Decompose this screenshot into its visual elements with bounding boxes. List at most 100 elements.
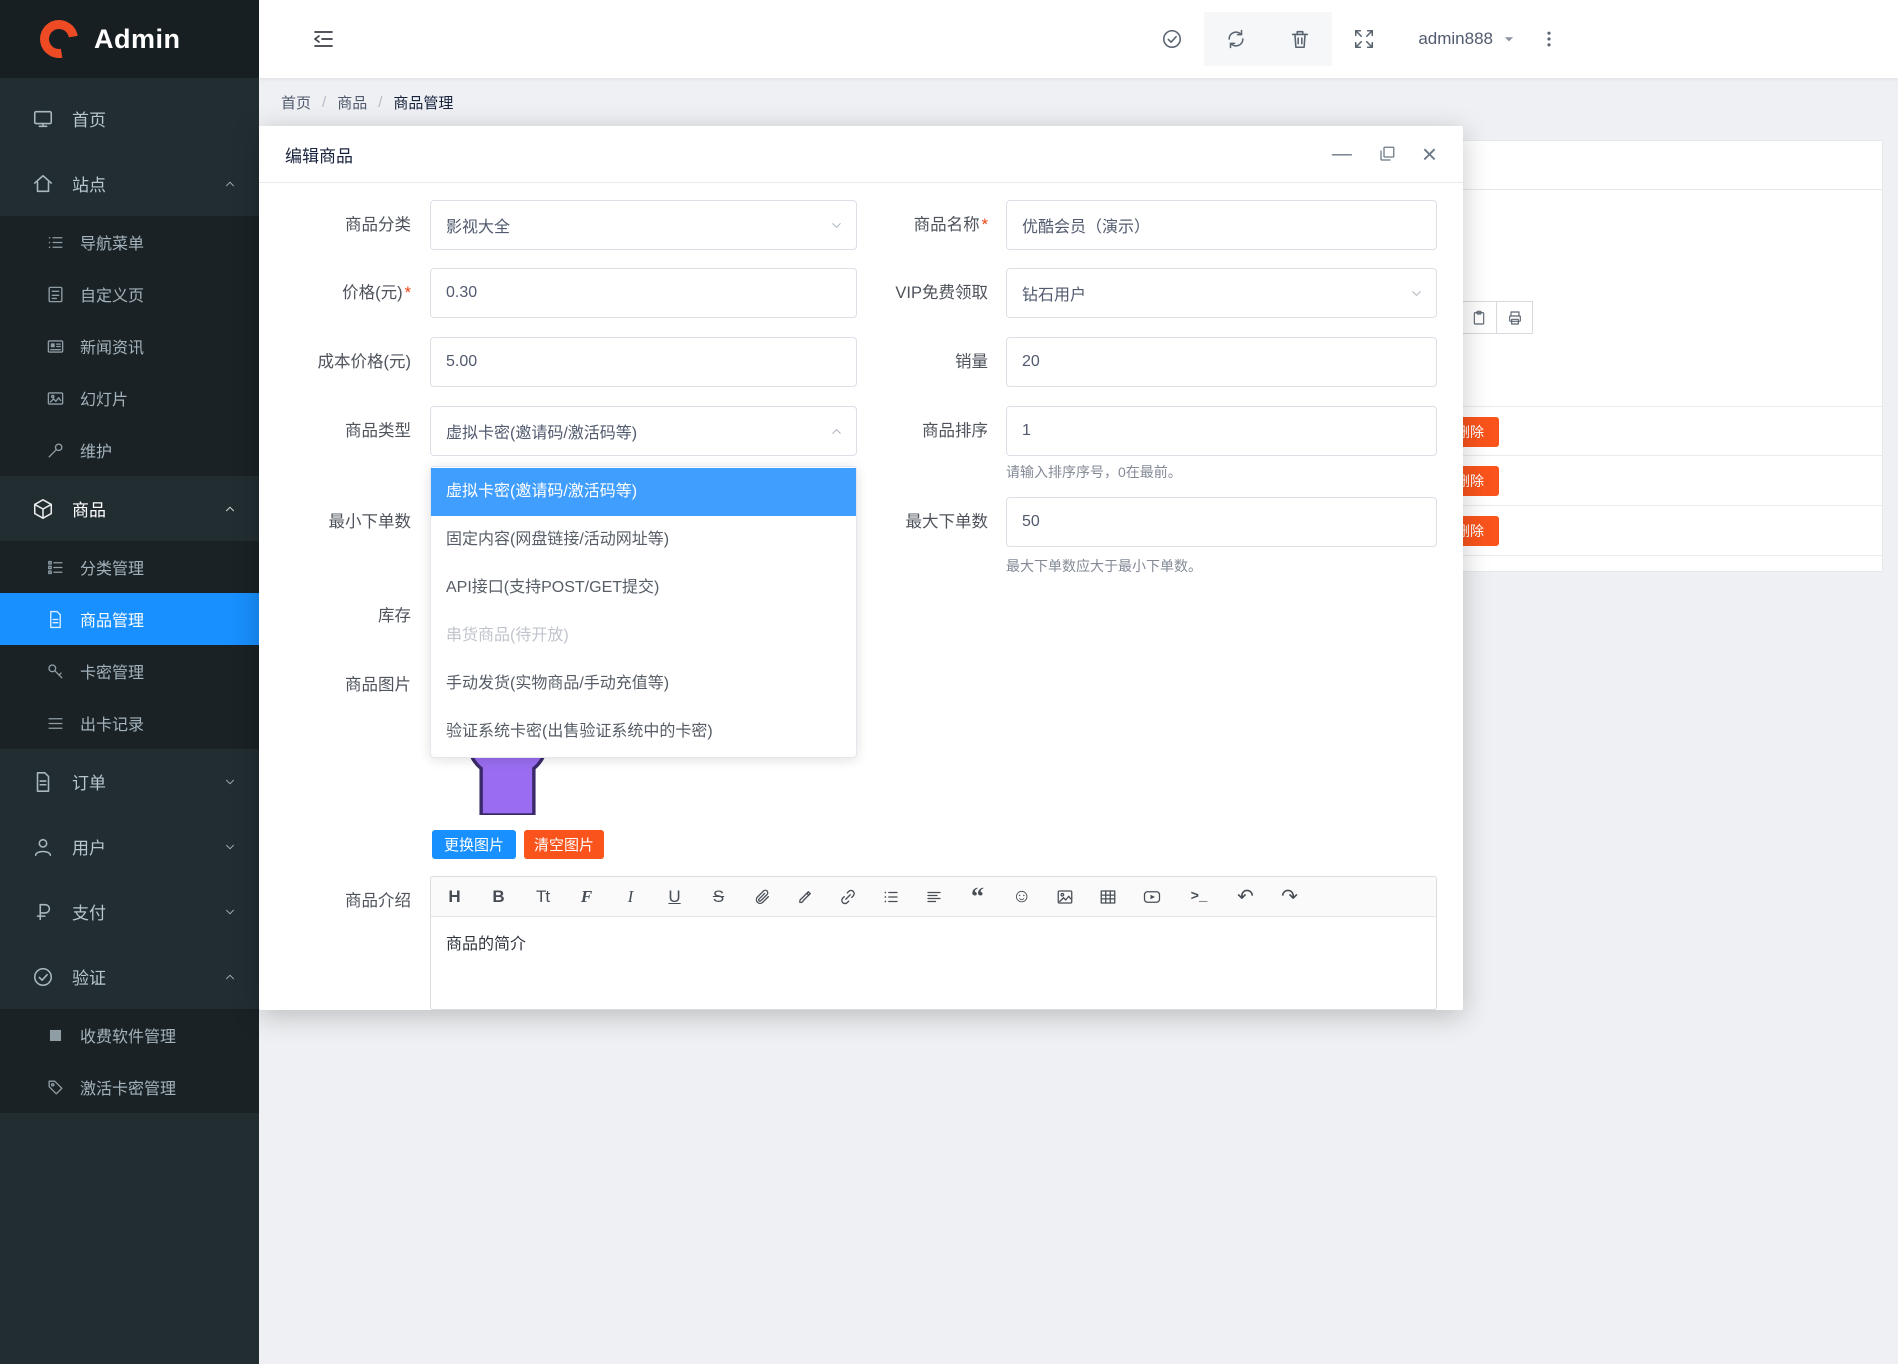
sidebar-item-card-key-management[interactable]: 卡密管理	[0, 645, 259, 697]
news-icon	[46, 337, 65, 356]
sidebar-item-home[interactable]: 首页	[0, 86, 259, 151]
heading-icon[interactable]: H	[445, 887, 464, 907]
fullscreen-button[interactable]	[1332, 12, 1396, 66]
home-icon	[32, 173, 54, 195]
editor-content[interactable]: 商品的简介	[431, 917, 1436, 967]
bold-icon[interactable]: B	[489, 887, 508, 907]
clipboard-button[interactable]	[1460, 301, 1497, 334]
user-menu[interactable]: admin888	[1418, 29, 1516, 49]
sidebar-item-label: 自定义页	[80, 282, 144, 306]
desktop-icon	[32, 108, 54, 130]
chevron-up-icon	[223, 502, 237, 516]
sidebar-item-product[interactable]: 商品	[0, 476, 259, 541]
sidebar-item-activation-keys[interactable]: 激活卡密管理	[0, 1061, 259, 1113]
field-label-image: 商品图片	[259, 660, 411, 710]
redo-icon[interactable]: ↷	[1280, 884, 1299, 909]
clear-image-button[interactable]: 清空图片	[524, 830, 604, 859]
undo-icon[interactable]: ↶	[1236, 884, 1255, 909]
close-icon[interactable]: ×	[1422, 141, 1437, 167]
slideshow-icon	[46, 389, 65, 408]
italic-icon[interactable]: I	[621, 887, 640, 907]
payment-icon	[32, 901, 54, 923]
terminal-icon[interactable]: >_	[1187, 889, 1211, 905]
font-family-icon[interactable]: F	[577, 887, 596, 907]
sidebar-item-label: 商品管理	[80, 607, 144, 631]
video-icon[interactable]	[1142, 888, 1162, 906]
quote-icon[interactable]: “	[968, 892, 987, 902]
more-menu-button[interactable]	[1532, 12, 1566, 66]
sidebar-item-maintenance[interactable]: 维护	[0, 424, 259, 476]
breadcrumb-current: 商品管理	[393, 92, 453, 113]
sidebar-toggle-button[interactable]	[311, 27, 335, 51]
brush-icon[interactable]	[796, 888, 814, 906]
rich-text-editor: H B Tt F I U S “ ☺ >_ ↶ ↷ 商品的简介	[430, 876, 1437, 1010]
underline-icon[interactable]: U	[665, 887, 684, 907]
top-bar: admin888	[259, 0, 1898, 78]
trash-button[interactable]	[1268, 12, 1332, 66]
breadcrumb-home[interactable]: 首页	[281, 92, 311, 113]
product-name-input[interactable]	[1006, 200, 1437, 250]
brand: Admin	[0, 0, 259, 78]
sidebar-item-label: 首页	[72, 106, 106, 131]
modal-title: 编辑商品	[285, 142, 353, 167]
breadcrumb-product[interactable]: 商品	[337, 92, 367, 113]
link-icon[interactable]	[839, 888, 857, 906]
expand-arrows-icon	[1353, 28, 1375, 50]
check-status-button[interactable]	[1140, 12, 1204, 66]
max-order-input[interactable]	[1006, 497, 1437, 547]
sidebar-item-label: 商品	[72, 496, 106, 521]
align-icon[interactable]	[925, 888, 943, 906]
dropdown-option[interactable]: 手动发货(实物商品/手动充值等)	[431, 660, 856, 708]
document-icon	[46, 610, 65, 629]
custom-page-icon	[46, 285, 65, 304]
field-label-stock: 库存	[259, 591, 411, 641]
sidebar-item-payment[interactable]: 支付	[0, 879, 259, 944]
sidebar-item-product-management[interactable]: 商品管理	[0, 593, 259, 645]
sidebar-item-label: 支付	[72, 899, 106, 924]
user-icon	[32, 836, 54, 858]
sidebar-item-label: 站点	[72, 171, 106, 196]
dropdown-option[interactable]: 虚拟卡密(邀请码/激活码等)	[431, 468, 856, 516]
sidebar-item-paid-software[interactable]: 收费软件管理	[0, 1009, 259, 1061]
dropdown-option[interactable]: 验证系统卡密(出售验证系统中的卡密)	[431, 708, 856, 756]
image-icon[interactable]	[1056, 888, 1074, 906]
sidebar-item-site[interactable]: 站点	[0, 151, 259, 216]
replace-image-button[interactable]: 更换图片	[432, 830, 516, 859]
minimize-icon[interactable]: —	[1332, 144, 1352, 164]
sidebar-item-slideshow[interactable]: 幻灯片	[0, 372, 259, 424]
sidebar-item-custom-page[interactable]: 自定义页	[0, 268, 259, 320]
required-mark: *	[405, 284, 411, 302]
sidebar-item-users[interactable]: 用户	[0, 814, 259, 879]
dropdown-option[interactable]: 固定内容(网盘链接/活动网址等)	[431, 516, 856, 564]
dropdown-option[interactable]: API接口(支持POST/GET提交)	[431, 564, 856, 612]
sidebar-item-card-records[interactable]: 出卡记录	[0, 697, 259, 749]
tag-icon	[46, 1078, 65, 1097]
vip-select[interactable]: 钻石用户	[1006, 268, 1437, 318]
sort-input[interactable]	[1006, 406, 1437, 456]
menu-fold-icon	[311, 27, 335, 51]
sidebar-item-orders[interactable]: 订单	[0, 749, 259, 814]
maximize-icon[interactable]	[1378, 145, 1396, 163]
sidebar-item-nav-menu[interactable]: 导航菜单	[0, 216, 259, 268]
sidebar-item-category-management[interactable]: 分类管理	[0, 541, 259, 593]
sidebar-item-news[interactable]: 新闻资讯	[0, 320, 259, 372]
font-size-icon[interactable]: Tt	[533, 887, 552, 907]
print-button[interactable]	[1496, 301, 1533, 334]
sidebar-item-label: 验证	[72, 964, 106, 989]
chevron-up-icon	[223, 177, 237, 191]
sidebar-item-verification[interactable]: 验证	[0, 944, 259, 1009]
refresh-button[interactable]	[1204, 12, 1268, 66]
emoji-icon[interactable]: ☺	[1012, 886, 1031, 908]
attachment-icon[interactable]	[753, 888, 771, 906]
strikethrough-icon[interactable]: S	[709, 887, 728, 907]
field-label-sales: 销量	[787, 337, 988, 387]
sidebar-item-label: 维护	[80, 438, 112, 462]
list-icon[interactable]	[882, 888, 900, 906]
table-icon[interactable]	[1099, 888, 1117, 906]
field-label-price: 价格(元)*	[259, 268, 411, 318]
field-label-cost: 成本价格(元)	[259, 337, 411, 387]
top-bar-actions: admin888	[1140, 12, 1566, 66]
field-label-name: 商品名称*	[787, 200, 988, 250]
sales-input[interactable]	[1006, 337, 1437, 387]
clipboard-icon	[1471, 310, 1487, 326]
